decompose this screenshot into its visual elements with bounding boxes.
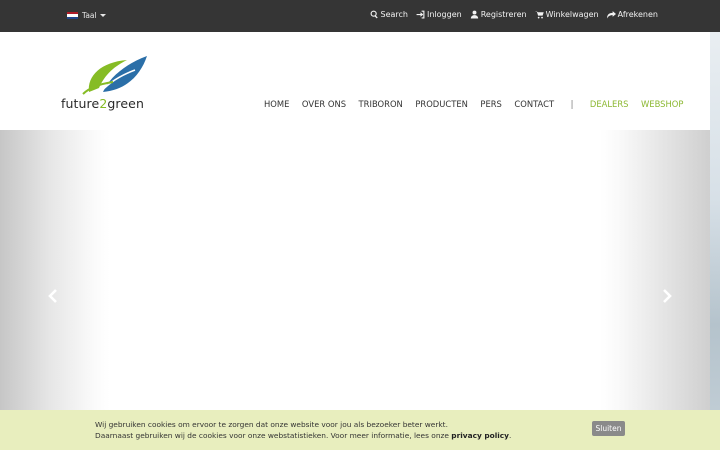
sign-in-icon bbox=[416, 10, 425, 19]
logo-word-future: future bbox=[61, 96, 100, 111]
top-bar: Taal Search Inloggen Registreren Winkelw… bbox=[0, 0, 720, 32]
nav-separator: | bbox=[570, 99, 574, 109]
checkout-link[interactable]: Afrekenen bbox=[606, 10, 658, 19]
nav-item-contact[interactable]: CONTACT bbox=[514, 99, 554, 109]
netherlands-flag-icon bbox=[67, 12, 78, 19]
cookie-line-2-end: . bbox=[508, 430, 512, 440]
language-label: Taal bbox=[82, 11, 97, 20]
logo-word-green: green bbox=[107, 96, 144, 111]
search-icon bbox=[370, 10, 378, 19]
chevron-left-icon bbox=[48, 289, 57, 303]
site-header: future2green HOME OVER ONS TRIBORON PROD… bbox=[0, 32, 710, 130]
search-link-label: Search bbox=[380, 10, 408, 19]
login-link-label: Inloggen bbox=[427, 10, 462, 19]
chevron-right-icon bbox=[663, 289, 672, 303]
cookie-line-2: Daarnaast gebruiken wij de cookies voor … bbox=[95, 431, 511, 442]
privacy-policy-link[interactable]: privacy policy bbox=[451, 431, 509, 440]
caret-down-icon bbox=[99, 14, 106, 17]
shopping-cart-icon bbox=[534, 11, 544, 19]
register-link[interactable]: Registreren bbox=[470, 10, 527, 19]
cart-link-label: Winkelwagen bbox=[545, 10, 599, 19]
carousel-prev-button[interactable] bbox=[46, 288, 60, 304]
cookie-message: Wij gebruiken cookies om ervoor te zorge… bbox=[95, 420, 511, 441]
cookie-banner: Wij gebruiken cookies om ervoor te zorge… bbox=[0, 410, 720, 450]
account-links: Search Inloggen Registreren Winkelwagen … bbox=[370, 10, 658, 19]
cookie-line-1: Wij gebruiken cookies om ervoor te zorge… bbox=[95, 420, 448, 429]
login-link[interactable]: Inloggen bbox=[416, 10, 462, 19]
nav-item-home[interactable]: HOME bbox=[264, 99, 289, 109]
cart-link[interactable]: Winkelwagen bbox=[534, 10, 599, 19]
nav-item-over-ons[interactable]: OVER ONS bbox=[302, 99, 346, 109]
logo-wordmark: future2green bbox=[61, 96, 144, 111]
cookie-line-2-text: Daarnaast gebruiken wij de cookies voor … bbox=[95, 430, 452, 440]
leaf-logo-icon bbox=[82, 56, 147, 95]
background-image-strip bbox=[710, 32, 720, 450]
main-navigation: HOME OVER ONS TRIBORON PRODUCTEN PERS CO… bbox=[264, 99, 683, 109]
share-arrow-icon bbox=[606, 11, 616, 19]
language-selector[interactable]: Taal bbox=[67, 11, 106, 20]
search-link[interactable]: Search bbox=[370, 10, 408, 19]
future2green-logo[interactable]: future2green bbox=[61, 54, 153, 114]
nav-item-producten[interactable]: PRODUCTEN bbox=[415, 99, 468, 109]
nav-item-pers[interactable]: PERS bbox=[480, 99, 501, 109]
user-icon bbox=[470, 10, 478, 19]
checkout-link-label: Afrekenen bbox=[617, 10, 658, 19]
close-cookie-button[interactable]: Sluiten bbox=[592, 421, 625, 436]
hero-carousel bbox=[0, 130, 710, 450]
carousel-next-button[interactable] bbox=[660, 288, 674, 304]
register-link-label: Registreren bbox=[480, 10, 527, 19]
nav-item-triboron[interactable]: TRIBORON bbox=[359, 99, 403, 109]
nav-item-webshop[interactable]: WEBSHOP bbox=[641, 99, 683, 109]
nav-item-dealers[interactable]: DEALERS bbox=[590, 99, 629, 109]
